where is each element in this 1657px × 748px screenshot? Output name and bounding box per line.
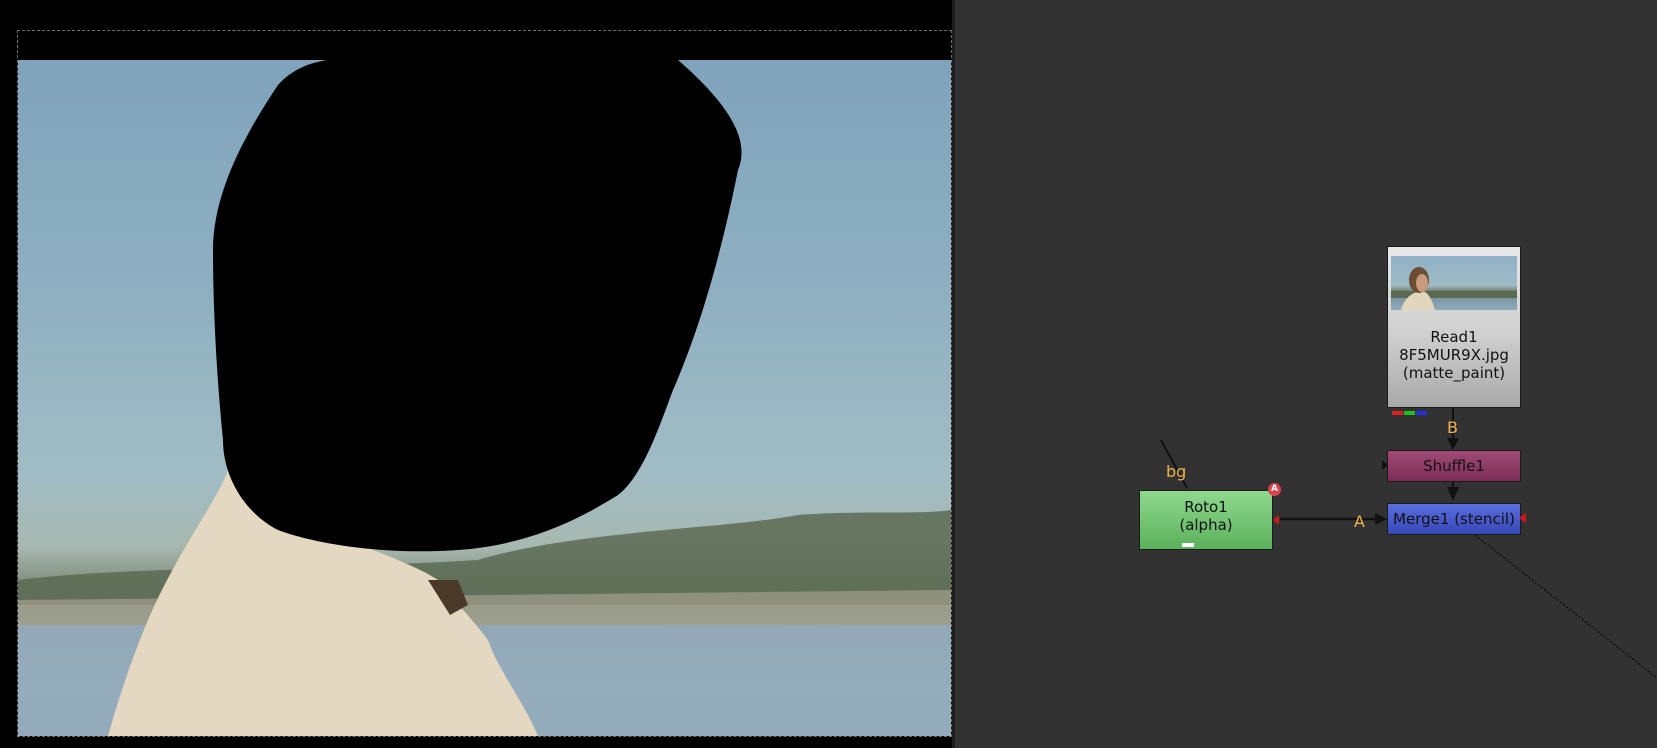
viewer-image-content xyxy=(18,60,951,736)
roto-node[interactable]: Roto1 (alpha) xyxy=(1139,490,1273,550)
pipe-arrowhead xyxy=(1447,487,1459,501)
node-connections xyxy=(1160,408,1657,679)
read-node-file: 8F5MUR9X.jpg xyxy=(1399,346,1509,364)
merge-node[interactable]: Merge1 (stencil) xyxy=(1387,503,1521,535)
viewer-panel[interactable] xyxy=(0,0,955,748)
read-node-label: Read1 8F5MUR9X.jpg (matte_paint) xyxy=(1388,328,1520,382)
roto-matte-shape xyxy=(213,60,742,552)
input-label-a: A xyxy=(1354,512,1365,531)
shuffle-node[interactable]: Shuffle1 xyxy=(1387,450,1521,482)
node-graph-panel[interactable]: Read1 8F5MUR9X.jpg (matte_paint) B Shuff… xyxy=(955,0,1657,748)
roto-node-name: Roto1 xyxy=(1184,498,1228,516)
read-node[interactable]: Read1 8F5MUR9X.jpg (matte_paint) xyxy=(1387,246,1521,415)
channel-indicator xyxy=(1390,401,1430,415)
input-label-b: B xyxy=(1447,418,1458,437)
roto-node-output: (alpha) xyxy=(1179,516,1233,534)
pipe-arrowhead xyxy=(1375,513,1387,525)
roto-indicator xyxy=(1182,543,1194,547)
roto-mask-arrow[interactable] xyxy=(1273,515,1279,525)
shuffle-node-name: Shuffle1 xyxy=(1423,457,1485,475)
pipe-arrowhead xyxy=(1447,438,1459,450)
input-label-bg: bg xyxy=(1166,462,1187,481)
read-node-name: Read1 xyxy=(1430,328,1478,346)
green-channel-swatch xyxy=(1404,411,1415,415)
animation-badge-icon: A xyxy=(1268,483,1281,496)
pipe-merge-output xyxy=(1474,534,1657,679)
viewer-image xyxy=(18,60,951,736)
merge-node-name: Merge1 (stencil) xyxy=(1393,510,1515,528)
merge-mask-input-arrow[interactable] xyxy=(1519,513,1526,523)
read-node-layer: (matte_paint) xyxy=(1402,364,1506,382)
blue-channel-swatch xyxy=(1416,411,1427,415)
thumbnail-image xyxy=(1391,267,1517,310)
read-thumbnail xyxy=(1391,256,1517,310)
red-channel-swatch xyxy=(1392,411,1403,415)
